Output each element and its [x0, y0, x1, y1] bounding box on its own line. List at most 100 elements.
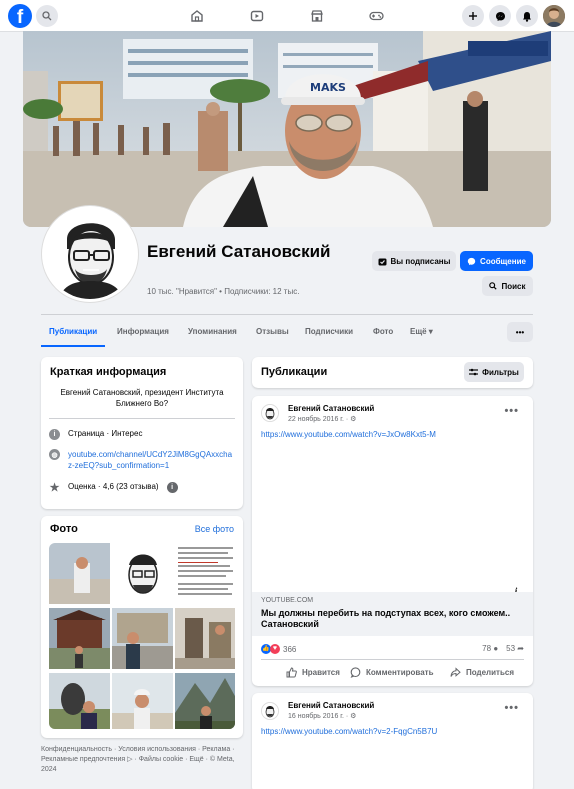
footer-links[interactable]: Конфиденциальность · Условия использован… — [41, 745, 241, 775]
intro-divider — [49, 418, 235, 419]
profile-more-button[interactable]: ••• — [507, 322, 533, 342]
tab-reviews[interactable]: Отзывы — [256, 327, 289, 336]
photo-thumbnail[interactable] — [175, 673, 235, 729]
tab-about[interactable]: Информация — [117, 327, 169, 336]
facebook-logo[interactable]: f — [8, 4, 32, 28]
photo-thumbnail[interactable] — [49, 608, 110, 671]
notifications-button[interactable] — [516, 5, 538, 27]
profile-picture[interactable] — [42, 206, 138, 302]
share-label: Поделиться — [466, 668, 515, 677]
plus-icon — [469, 12, 477, 20]
messenger-icon — [495, 11, 505, 21]
page-type-row: i Страница · Интерес — [49, 429, 142, 440]
love-reaction-icon: ♥ — [270, 644, 280, 654]
message-label: Сообщение — [480, 256, 526, 266]
post-date[interactable]: 22 ноябрь 2016 г. · ⚙ — [288, 415, 356, 423]
post-author-name[interactable]: Евгений Сатановский — [288, 701, 374, 710]
video-icon — [250, 10, 264, 22]
search-button[interactable] — [36, 5, 58, 27]
post-menu-button[interactable]: ••• — [504, 405, 519, 417]
share-count-group[interactable]: 53 ➦ — [506, 644, 524, 653]
post-author-avatar[interactable] — [261, 702, 279, 720]
filters-label: Фильтры — [482, 367, 519, 377]
share-button[interactable]: Поделиться — [450, 667, 514, 678]
cover-photo[interactable]: MAKS — [23, 31, 551, 227]
photo-thumbnail[interactable] — [112, 608, 173, 671]
svg-text:MAKS: MAKS — [310, 81, 346, 94]
reaction-count: 366 — [283, 644, 297, 654]
messenger-button[interactable] — [489, 5, 511, 27]
profile-stats[interactable]: 10 тыс. "Нравится" • Подписчики: 12 тыс. — [147, 287, 299, 296]
post-author-avatar[interactable] — [261, 404, 279, 422]
search-icon — [489, 282, 498, 290]
youtube-channel-link[interactable]: youtube.com/channel/UCdY2JiM8GgQAxxchaz-… — [68, 449, 233, 471]
filters-icon — [469, 368, 479, 376]
star-icon: ★ — [49, 482, 60, 494]
rating-row: ★ Оценка · 4,6 (23 отзыва) i — [49, 482, 178, 494]
share-icon — [450, 667, 461, 677]
engagement-counts: 78 ● 53 ➦ — [482, 644, 524, 653]
photo-thumbnail[interactable] — [112, 543, 173, 606]
youtube-link-row: ◍ youtube.com/channel/UCdY2JiM8GgQAxxcha… — [49, 449, 235, 471]
link-preview-image[interactable] — [252, 446, 533, 592]
tab-followers[interactable]: Подписчики — [305, 327, 353, 336]
see-all-photos-link[interactable]: Все фото — [195, 524, 234, 534]
tab-more[interactable]: Ещё ▾ — [410, 327, 433, 336]
comment-icon — [350, 667, 361, 678]
search-profile-button[interactable]: Поиск — [482, 276, 533, 296]
link-title: Мы должны перебить на подступах всех, ко… — [261, 608, 511, 629]
comment-bubble-icon: ● — [493, 644, 499, 653]
nav-gaming[interactable] — [366, 6, 386, 26]
photo-thumbnail[interactable] — [175, 608, 235, 671]
comment-count-group[interactable]: 78 ● — [482, 644, 498, 653]
marketplace-icon — [311, 10, 323, 22]
tab-mentions[interactable]: Упоминания — [188, 327, 237, 336]
post-url[interactable]: https://www.youtube.com/watch?v=JxOw8Kxt… — [261, 430, 436, 439]
link-preview-footer[interactable]: YOUTUBE.COM Мы должны перебить на подсту… — [252, 592, 533, 636]
rating-text: Оценка · 4,6 (23 отзыва) — [68, 482, 159, 491]
account-avatar[interactable] — [543, 5, 565, 27]
photo-thumbnail[interactable] — [175, 543, 235, 606]
photo-thumbnail[interactable] — [49, 673, 110, 729]
create-button[interactable] — [462, 5, 484, 27]
photo-thumbnail[interactable] — [49, 543, 110, 606]
page-type-text: Страница · Интерес — [68, 429, 143, 438]
tab-photos[interactable]: Фото — [373, 327, 393, 336]
search-profile-label: Поиск — [501, 281, 526, 291]
comment-button[interactable]: Комментировать — [350, 667, 434, 678]
share-count: 53 — [506, 644, 516, 653]
subscribed-label: Вы подписаны — [390, 256, 451, 266]
filters-button[interactable]: Фильтры — [464, 362, 524, 382]
nav-video[interactable] — [247, 6, 267, 26]
home-icon — [191, 10, 203, 22]
post-url[interactable]: https://www.youtube.com/watch?v=2-FqgCn5… — [261, 727, 437, 736]
post-card: Евгений Сатановский 22 ноябрь 2016 г. · … — [252, 396, 533, 686]
nav-home[interactable] — [187, 6, 207, 26]
reactions-summary[interactable]: 👍 ♥ 366 — [261, 644, 296, 654]
top-navigation-bar: f — [0, 0, 574, 32]
subscribed-icon — [378, 258, 387, 265]
subscribed-button[interactable]: Вы подписаны — [372, 251, 456, 271]
bell-icon — [523, 11, 531, 22]
actions-divider — [261, 659, 524, 660]
intro-card: Краткая информация Евгений Сатановский, … — [41, 357, 243, 509]
posts-header-card: Публикации Фильтры — [252, 357, 533, 388]
thumbs-up-icon — [286, 667, 297, 678]
like-button[interactable]: Нравится — [286, 667, 340, 678]
post-card: Евгений Сатановский 16 ноябрь 2016 г. · … — [252, 693, 533, 789]
profile-name: Евгений Сатановский — [147, 242, 331, 261]
message-button[interactable]: Сообщение — [460, 251, 533, 271]
globe-icon: ◍ — [49, 449, 60, 460]
gaming-icon — [368, 11, 384, 21]
active-tab-indicator — [41, 345, 105, 347]
photo-thumbnail[interactable] — [112, 673, 173, 729]
more-dots-icon: ••• — [515, 327, 525, 337]
post-menu-button[interactable]: ••• — [504, 702, 519, 714]
post-author-name[interactable]: Евгений Сатановский — [288, 404, 374, 413]
info-icon[interactable]: i — [166, 482, 178, 493]
tab-posts[interactable]: Публикации — [49, 327, 97, 336]
nav-marketplace[interactable] — [307, 6, 327, 26]
link-domain: YOUTUBE.COM — [261, 597, 314, 604]
post-date[interactable]: 16 ноябрь 2016 г. · ⚙ — [288, 712, 356, 720]
photo-grid — [49, 543, 235, 729]
